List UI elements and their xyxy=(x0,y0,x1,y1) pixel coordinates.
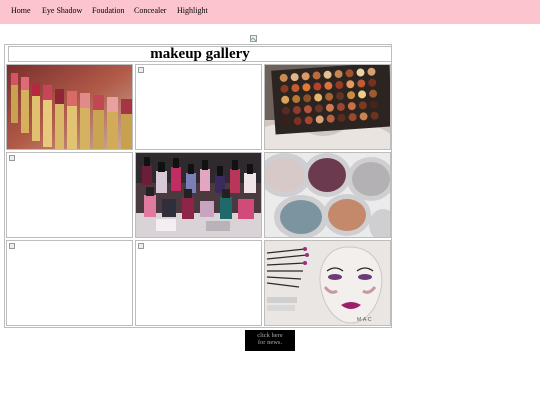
broken-banner-image xyxy=(250,29,257,42)
eyeshadow-palette-image xyxy=(264,64,391,150)
top-nav-bar: Home Eye Shadow Foudation Concealer High… xyxy=(0,0,540,24)
news-button[interactable]: click here for news. xyxy=(245,330,295,351)
gallery-title: makeup gallery xyxy=(8,46,392,62)
svg-text:M·A·C: M·A·C xyxy=(357,317,372,323)
broken-image xyxy=(6,152,133,238)
nav-concealer[interactable]: Concealer xyxy=(134,6,166,15)
lipsticks-image xyxy=(6,64,133,150)
broken-image xyxy=(135,64,262,150)
nav-highlight[interactable]: Highlight xyxy=(177,6,208,15)
nail-polish-image xyxy=(135,152,262,238)
broken-image-icon xyxy=(138,67,144,73)
broken-image xyxy=(6,240,133,326)
broken-image-icon xyxy=(9,243,15,249)
broken-image xyxy=(135,240,262,326)
news-button-line-1: click here xyxy=(257,332,283,339)
nav-eye-shadow[interactable]: Eye Shadow xyxy=(42,6,82,15)
face-chart-image: M·A·C xyxy=(264,240,391,326)
pigment-pots-image xyxy=(264,152,391,238)
broken-image-icon xyxy=(9,155,15,161)
makeup-gallery-table: makeup gallery M·A·C xyxy=(4,44,392,328)
news-button-line-2: for news. xyxy=(257,339,283,346)
nav-foundation[interactable]: Foudation xyxy=(92,6,124,15)
broken-image-icon xyxy=(138,243,144,249)
nav-home[interactable]: Home xyxy=(11,6,31,15)
